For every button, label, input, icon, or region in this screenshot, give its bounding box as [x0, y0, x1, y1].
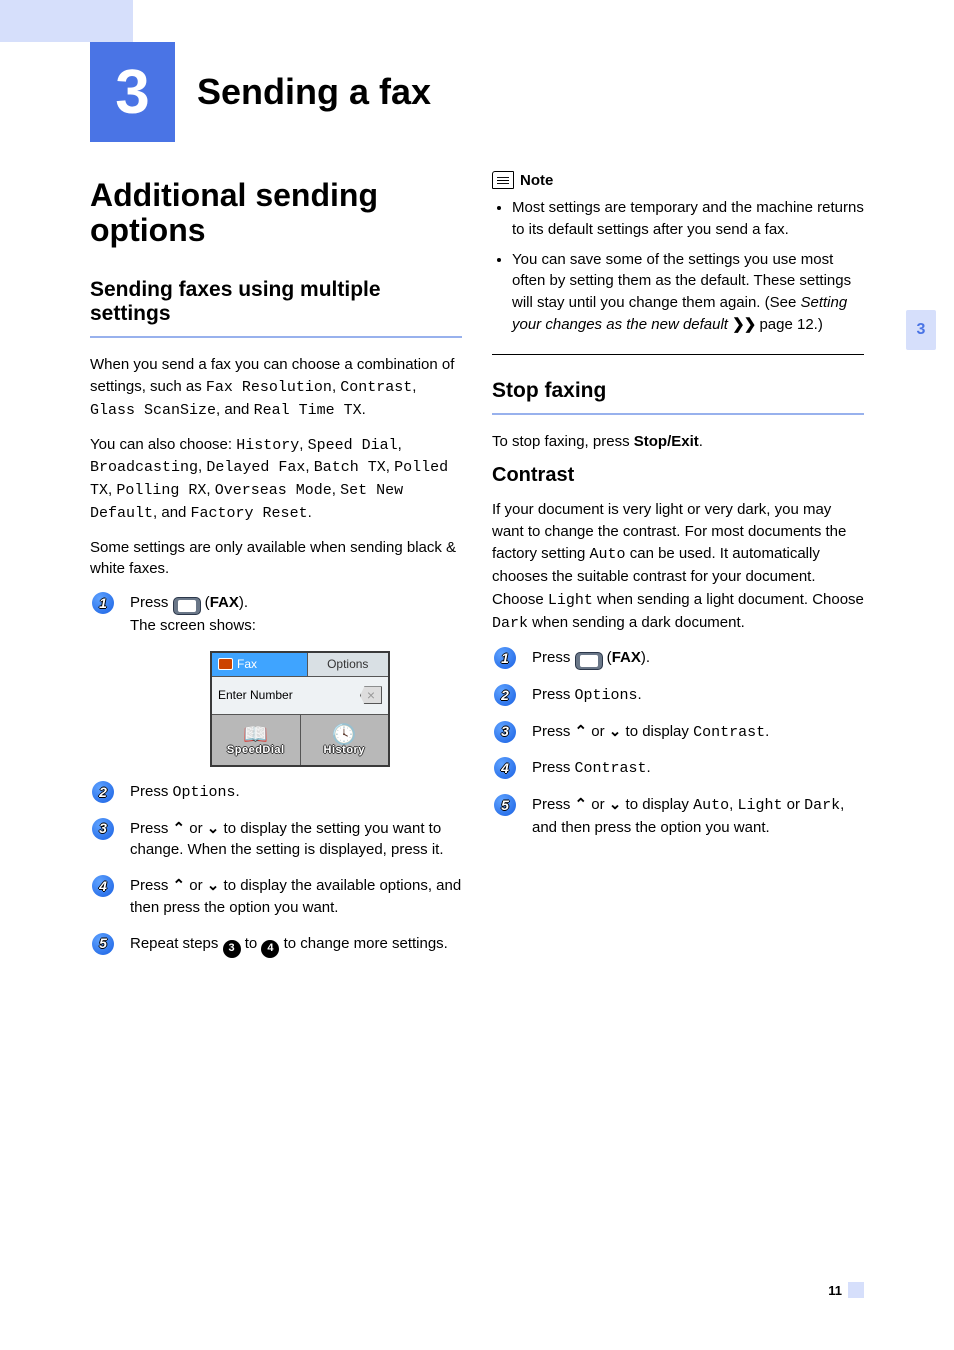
section-h1: Additional sending options [90, 178, 462, 248]
arrow-down-icon: ⌄ [207, 877, 220, 894]
lcd-screenshot: Fax Options Enter Number × 📖 SpeedDial [210, 651, 390, 767]
step-badge-icon: 1 [494, 647, 516, 669]
side-chapter-tab: 3 [906, 310, 936, 350]
arrow-up-icon: ⌃ [173, 877, 186, 894]
paragraph: When you send a fax you can choose a com… [90, 354, 462, 421]
step-badge-icon: 1 [92, 592, 114, 614]
arrow-down-icon: ⌄ [609, 723, 622, 740]
chapter-title: Sending a fax [175, 71, 431, 113]
screen-tab-fax: Fax [237, 656, 257, 673]
step-badge-icon: 2 [494, 684, 516, 706]
screen-prompt: Enter Number [218, 687, 293, 704]
step: 2 Press Options. [90, 781, 462, 804]
step-badge-icon: 3 [92, 818, 114, 840]
paragraph: If your document is very light or very d… [492, 499, 864, 587]
step: 5 Repeat steps 3 to 4 to change more set… [90, 933, 462, 958]
screen-btn-speeddial: SpeedDial [227, 743, 285, 759]
step: 4 Press ⌃ or ⌄ to display the available … [90, 875, 462, 919]
step: 3 Press ⌃ or ⌄ to display Contrast. [492, 721, 864, 744]
step-list: 1 Press (FAX). The screen shows: Fax Opt… [90, 592, 462, 957]
paragraph: You can also choose: History, Speed Dial… [90, 434, 462, 525]
step-ref-icon: 3 [223, 940, 241, 958]
step: 5 Press ⌃ or ⌄ to display Auto, Light or… [492, 794, 864, 839]
step-badge-icon: 5 [92, 933, 114, 955]
clock-icon: 🕓 [332, 721, 357, 743]
note-label: Note [520, 172, 553, 189]
note-icon [492, 171, 514, 189]
paragraph: To stop faxing, press Stop/Exit. [492, 431, 864, 453]
note-box: Note Most settings are temporary and the… [492, 178, 864, 355]
arrow-up-icon: ⌃ [575, 796, 588, 813]
left-column: Additional sending options Sending faxes… [90, 178, 462, 972]
arrow-down-icon: ⌄ [207, 820, 220, 837]
step-list: 1 Press (FAX). 2 Press Options. 3 Press … [492, 647, 864, 839]
step: 2 Press Options. [492, 684, 864, 707]
chapter-number: 3 [90, 42, 175, 142]
step-badge-icon: 4 [494, 757, 516, 779]
step: 1 Press (FAX). The screen shows: Fax Opt… [90, 592, 462, 767]
screen-tab-options: Options [307, 653, 388, 677]
section-h3: Contrast [492, 464, 864, 487]
step-ref-icon: 4 [261, 940, 279, 958]
step: 1 Press (FAX). [492, 647, 864, 670]
arrow-up-icon: ⌃ [575, 723, 588, 740]
section-h2: Stop faxing [492, 379, 864, 415]
paragraph: Some settings are only available when se… [90, 537, 462, 581]
arrow-down-icon: ⌄ [609, 796, 622, 813]
chapter-heading: 3 Sending a fax [90, 42, 864, 142]
arrow-up-icon: ⌃ [173, 820, 186, 837]
page-number: 11 [828, 1282, 864, 1298]
fax-key-icon [173, 597, 201, 615]
screen-btn-history: History [324, 743, 365, 759]
step-badge-icon: 5 [494, 794, 516, 816]
section-h2: Sending faxes using multiple settings [90, 278, 462, 338]
step-badge-icon: 3 [494, 721, 516, 743]
fax-tab-icon [218, 658, 233, 670]
note-item: Most settings are temporary and the mach… [512, 197, 864, 241]
step-badge-icon: 2 [92, 781, 114, 803]
paragraph: Choose Light when sending a light docume… [492, 589, 864, 635]
step: 4 Press Contrast. [492, 757, 864, 780]
step-subtext: The screen shows: [130, 615, 462, 637]
note-item: You can save some of the settings you us… [512, 249, 864, 336]
fax-key-icon [575, 652, 603, 670]
step-badge-icon: 4 [92, 875, 114, 897]
right-column: Note Most settings are temporary and the… [492, 178, 864, 972]
backspace-icon: × [360, 686, 382, 704]
step: 3 Press ⌃ or ⌄ to display the setting yo… [90, 818, 462, 862]
book-icon: 📖 [243, 721, 268, 743]
